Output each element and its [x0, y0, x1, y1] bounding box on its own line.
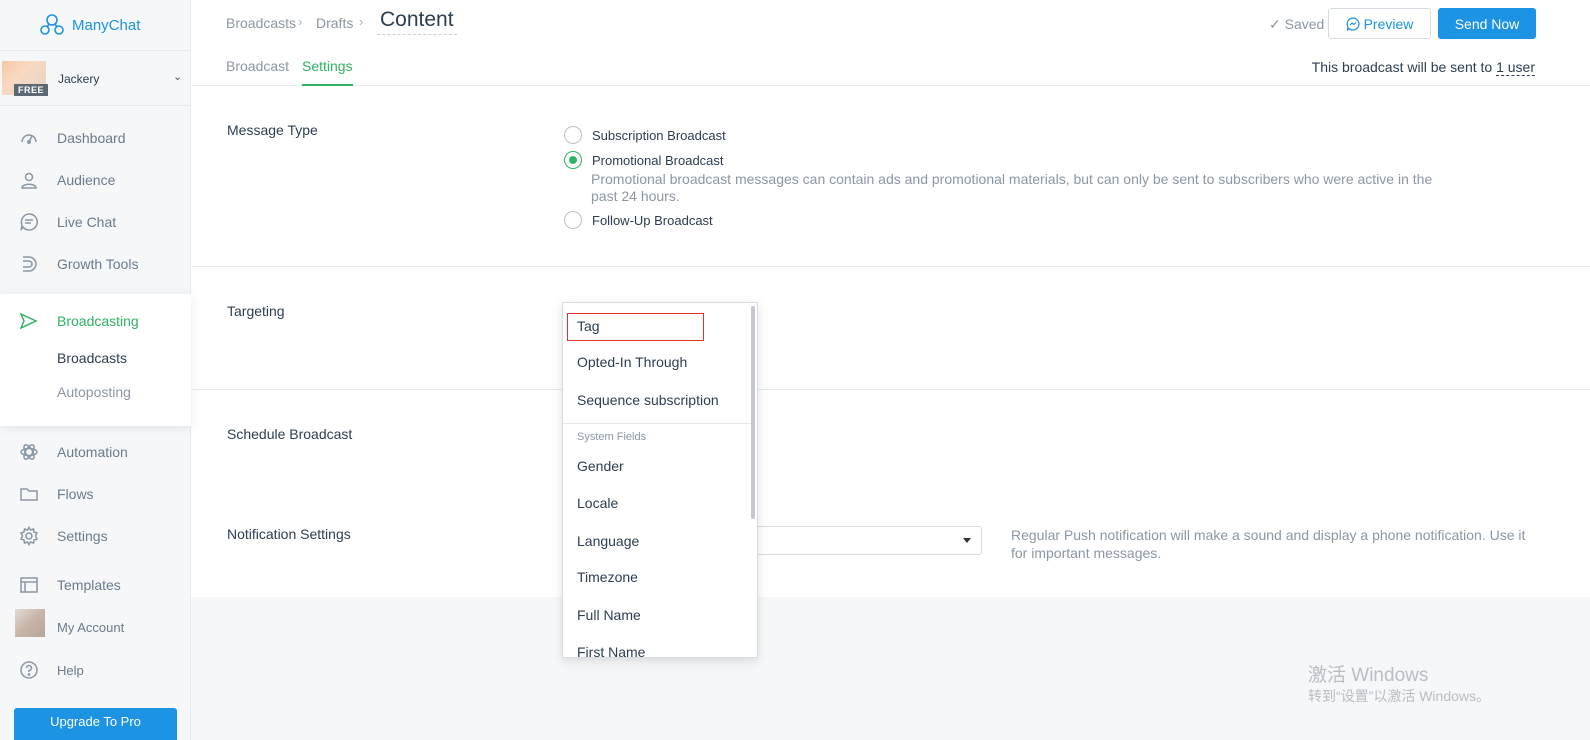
user-icon: [18, 169, 40, 191]
template-icon: [18, 574, 40, 596]
radio-promotional-broadcast[interactable]: Promotional Broadcast: [564, 151, 724, 169]
magnet-icon: [18, 253, 40, 275]
manychat-logo-icon: [40, 14, 64, 35]
sidebar-item-help[interactable]: Help: [0, 650, 191, 690]
radio-button[interactable]: [564, 211, 582, 229]
avatar: [15, 609, 45, 637]
caret-down-icon: [963, 538, 971, 543]
sidebar-item-label: Settings: [57, 528, 108, 544]
dropdown-item-tag[interactable]: Tag: [577, 318, 600, 334]
windows-activation-hint: 转到“设置”以激活 Windows。: [1308, 688, 1491, 704]
send-icon: [18, 311, 38, 336]
sidebar-item-flows[interactable]: Flows: [0, 474, 191, 514]
sidebar-item-live-chat[interactable]: Live Chat: [0, 202, 191, 242]
dropdown-item-full-name[interactable]: Full Name: [577, 607, 641, 623]
sidebar-item-label: Templates: [57, 577, 121, 593]
sidebar-item-dashboard[interactable]: Dashboard: [0, 118, 191, 158]
sidebar-subitem-broadcasts[interactable]: Broadcasts: [57, 350, 127, 366]
gear-icon: [18, 525, 40, 547]
check-icon: ✓: [1269, 16, 1281, 32]
recipients-link[interactable]: 1 user: [1496, 59, 1535, 76]
sidebar-item-audience[interactable]: Audience: [0, 160, 191, 200]
saved-label: Saved: [1284, 16, 1325, 32]
tab-settings[interactable]: Settings: [302, 58, 353, 86]
windows-activation-title: 激活 Windows: [1308, 665, 1429, 686]
broadcasting-section: Broadcasting Broadcasts Autoposting: [0, 294, 191, 426]
targeting-label: Targeting: [227, 303, 285, 319]
plan-badge: FREE: [14, 84, 48, 96]
radio-button[interactable]: [564, 151, 582, 169]
chat-icon: [18, 211, 40, 233]
sidebar-item-label: Help: [57, 662, 84, 678]
send-now-button[interactable]: Send Now: [1438, 8, 1536, 39]
section-divider: [191, 389, 1590, 390]
message-type-label: Message Type: [227, 122, 318, 138]
chevron-right-icon: ›: [359, 14, 364, 29]
page-title[interactable]: Content: [377, 8, 457, 35]
sidebar-item-broadcasting[interactable]: Broadcasting: [0, 302, 191, 342]
sidebar-item-label: Audience: [57, 172, 116, 188]
atom-icon: [18, 441, 40, 463]
sidebar-item-label: My Account: [57, 619, 125, 635]
sidebar-item-growth-tools[interactable]: Growth Tools: [0, 244, 191, 284]
radio-follow-up-broadcast[interactable]: Follow-Up Broadcast: [564, 211, 713, 229]
preview-label: Preview: [1363, 15, 1414, 32]
dropdown-item-timezone[interactable]: Timezone: [577, 569, 638, 585]
dropdown-item-locale[interactable]: Locale: [577, 495, 618, 511]
dropdown-item-first-name[interactable]: First Name: [577, 644, 645, 657]
schedule-broadcast-label: Schedule Broadcast: [227, 426, 353, 442]
notification-settings-label: Notification Settings: [227, 526, 351, 542]
dropdown-item-gender[interactable]: Gender: [577, 458, 624, 474]
recipients-info: This broadcast will be sent to 1 user: [1311, 59, 1535, 76]
breadcrumb-broadcasts[interactable]: Broadcasts: [226, 15, 296, 31]
radio-subscription-broadcast[interactable]: Subscription Broadcast: [564, 126, 726, 144]
preview-button[interactable]: Preview: [1328, 8, 1431, 39]
dropdown-item-opted-in-through[interactable]: Opted-In Through: [577, 354, 687, 370]
sidebar-item-automation[interactable]: Automation: [0, 432, 191, 472]
saved-status: ✓ Saved: [1269, 16, 1324, 33]
radio-label: Promotional Broadcast: [592, 152, 724, 168]
manychat-logo[interactable]: ManyChat: [38, 12, 140, 38]
chevron-right-icon: ›: [298, 14, 303, 29]
sidebar-item-templates[interactable]: Templates: [0, 565, 191, 605]
dropdown-scrollbar[interactable]: [751, 306, 755, 519]
dropdown-divider: [563, 423, 751, 424]
sidebar-item-label: Flows: [57, 486, 94, 502]
page-header: Broadcasts › Drafts › Content ✓ Saved Pr…: [191, 0, 1590, 86]
account-switcher[interactable]: FREE Jackery ⌄: [0, 50, 191, 106]
dashboard-icon: [18, 127, 40, 149]
account-name: Jackery: [58, 72, 100, 86]
sidebar-item-label: Live Chat: [57, 214, 117, 230]
tab-broadcast[interactable]: Broadcast: [226, 58, 289, 86]
notification-description: Regular Push notification will make a so…: [1011, 527, 1526, 561]
folder-icon: [18, 483, 40, 505]
sidebar: ManyChat FREE Jackery ⌄ Dashboard Audien…: [0, 0, 191, 740]
targeting-dropdown[interactable]: Tag Opted-In Through Sequence subscripti…: [562, 302, 758, 658]
app-name: ManyChat: [72, 16, 141, 34]
help-icon: [18, 659, 40, 681]
sidebar-item-label: Automation: [57, 444, 128, 460]
notification-type-select[interactable]: [740, 526, 982, 555]
radio-button[interactable]: [564, 126, 582, 144]
promotional-description: Promotional broadcast messages can conta…: [591, 171, 1433, 204]
messenger-icon: [1346, 16, 1360, 31]
upgrade-button[interactable]: Upgrade To Pro: [14, 708, 177, 740]
sidebar-subitem-autoposting[interactable]: Autoposting: [57, 384, 131, 400]
sidebar-item-settings[interactable]: Settings: [0, 516, 191, 556]
dropdown-group-system-fields: System Fields: [577, 431, 647, 443]
radio-label: Subscription Broadcast: [592, 127, 726, 143]
sidebar-item-label: Growth Tools: [57, 256, 139, 272]
recipients-text: This broadcast will be sent to: [1311, 59, 1493, 75]
radio-label: Follow-Up Broadcast: [592, 212, 713, 228]
breadcrumb-drafts[interactable]: Drafts: [316, 15, 353, 31]
section-divider: [191, 266, 1590, 267]
dropdown-item-language[interactable]: Language: [577, 533, 639, 549]
chevron-down-icon: ⌄: [173, 71, 183, 83]
sidebar-item-label: Broadcasting: [57, 313, 139, 329]
dropdown-item-sequence-subscription[interactable]: Sequence subscription: [577, 392, 719, 408]
sidebar-item-label: Dashboard: [57, 130, 126, 146]
